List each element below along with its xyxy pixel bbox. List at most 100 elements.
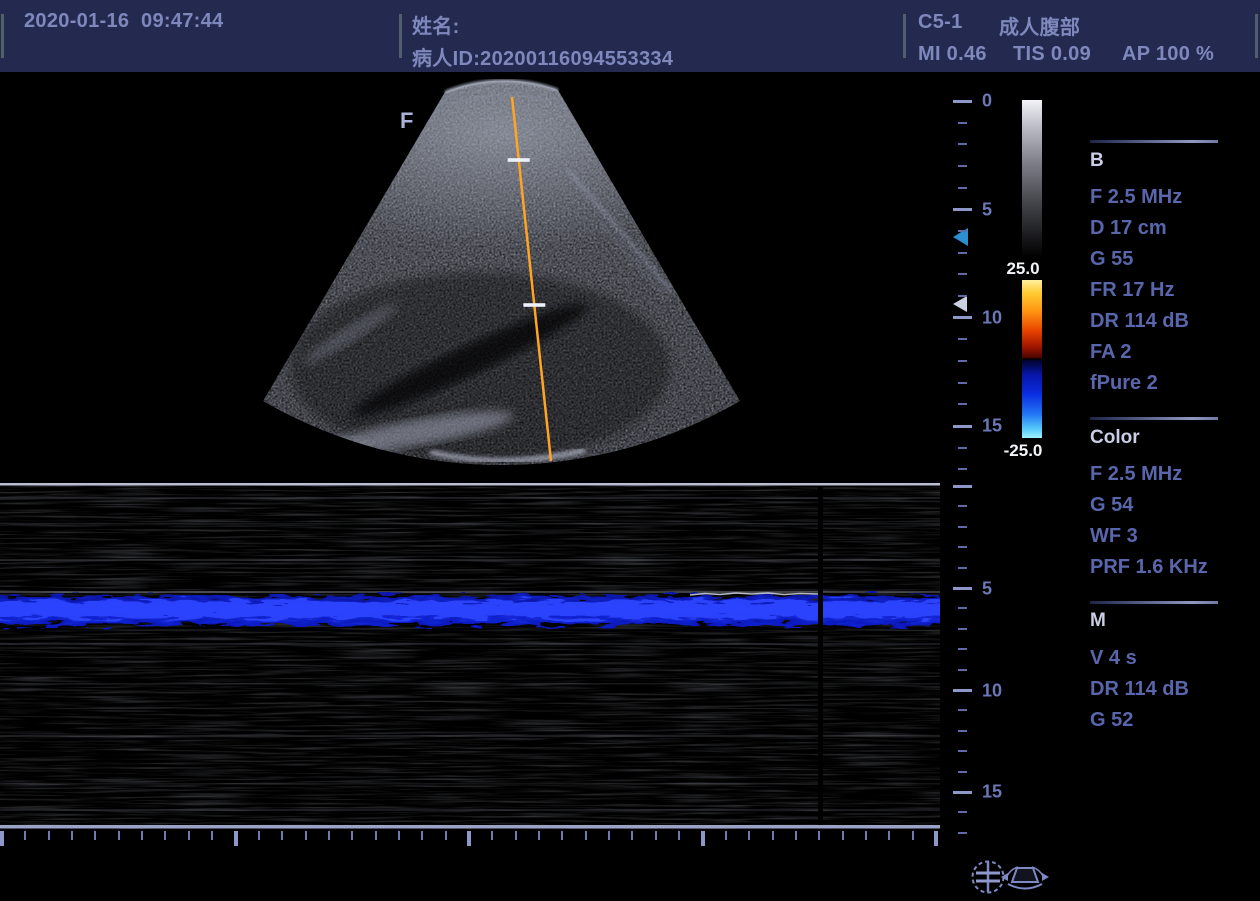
depth-tick-m [953, 791, 972, 794]
gate-depth-marker-icon[interactable] [953, 296, 967, 312]
separator [399, 14, 402, 58]
color-param-gain: G 54 [1090, 490, 1133, 521]
depth-label-b-10: 10 [982, 308, 1002, 329]
depth-tick-m [958, 730, 967, 732]
ap-value: AP 100 % [1122, 43, 1214, 66]
panel-divider [1090, 601, 1218, 604]
depth-tick-m [958, 526, 967, 528]
b-mode-image [0, 72, 940, 492]
color-flow-band [0, 596, 940, 625]
separator [1, 14, 4, 58]
time-tick [818, 831, 820, 840]
time-tick [188, 831, 190, 840]
time-tick [912, 831, 914, 840]
depth-tick-b [958, 403, 967, 405]
depth-label-b-5: 5 [982, 200, 992, 221]
time-tick [94, 831, 96, 840]
time-tick [678, 831, 680, 840]
color-param-prf: PRF 1.6 KHz [1090, 552, 1208, 583]
depth-tick-b [958, 165, 967, 167]
time-tick [445, 831, 447, 840]
depth-tick-b [958, 338, 967, 340]
separator [1255, 14, 1258, 58]
b-param-gain: G 55 [1090, 244, 1133, 275]
time-tick [328, 831, 330, 840]
depth-tick-m [958, 607, 967, 609]
depth-tick-b [958, 360, 967, 362]
color-param-frequency: F 2.5 MHz [1090, 459, 1182, 490]
separator [903, 14, 906, 58]
depth-tick-m [958, 648, 967, 650]
time-tick [655, 831, 657, 840]
depth-tick-m [958, 546, 967, 548]
m-gate-marker-1[interactable] [508, 158, 530, 162]
time-tick [118, 831, 120, 840]
time-tick [888, 831, 890, 840]
probe-orientation-icon[interactable] [1001, 867, 1049, 889]
depth-tick-m [958, 669, 967, 671]
depth-tick-m [953, 485, 972, 488]
top-status-bar: 2020-01-16 09:47:44 姓名: 病人ID:20200116094… [0, 0, 1260, 72]
time-tick [725, 831, 727, 840]
datetime: 2020-01-16 09:47:44 [24, 10, 223, 33]
b-param-frequency: F 2.5 MHz [1090, 182, 1182, 213]
depth-label-m-5: 5 [982, 579, 992, 600]
m-param-dynamicrange: DR 114 dB [1090, 674, 1189, 705]
time-tick [164, 831, 166, 840]
velocity-min-label: -25.0 [994, 441, 1052, 461]
probe-name: C5-1 [918, 11, 963, 34]
time-tick [71, 831, 73, 840]
color-section-title: Color [1090, 427, 1140, 449]
depth-label-b-15: 15 [982, 416, 1002, 437]
time-tick [234, 831, 238, 846]
time-tick [865, 831, 867, 840]
m-area-top-border [0, 483, 940, 486]
depth-tick-m [958, 628, 967, 630]
depth-tick-m [958, 811, 967, 813]
velocity-max-label: 25.0 [994, 259, 1052, 279]
m-param-sweepspeed: V 4 s [1090, 643, 1137, 674]
depth-tick-m [958, 709, 967, 711]
color-flow-bar [1022, 280, 1042, 438]
time-tick [772, 831, 774, 840]
depth-tick-b [958, 447, 967, 449]
depth-tick-b [958, 382, 967, 384]
orientation-marker: F [400, 108, 413, 134]
ultrasound-screen: 2020-01-16 09:47:44 姓名: 病人ID:20200116094… [0, 0, 1260, 901]
b-param-dynamicrange: DR 114 dB [1090, 306, 1189, 337]
time-tick [934, 831, 938, 846]
time-axis-baseline [0, 825, 940, 829]
b-section-title: B [1090, 150, 1104, 172]
depth-tick-b [953, 208, 972, 211]
depth-tick-b [958, 187, 967, 189]
m-gate-marker-2[interactable] [523, 303, 545, 307]
time-tick [398, 831, 400, 840]
time-tick [701, 831, 705, 846]
time-tick [585, 831, 587, 840]
color-param-wallfilter: WF 3 [1090, 521, 1138, 552]
time-tick [795, 831, 797, 840]
time-tick [281, 831, 283, 840]
time-tick [421, 831, 423, 840]
time-tick [258, 831, 260, 840]
tool-icons [950, 852, 1060, 900]
time-tick [351, 831, 353, 840]
b-param-fpure: fPure 2 [1090, 368, 1158, 399]
time-tick [0, 831, 4, 846]
time-tick [375, 831, 377, 840]
time-tick [467, 831, 471, 846]
time-tick [24, 831, 26, 840]
time-tick [141, 831, 143, 840]
ellipse-measure-icon[interactable] [973, 862, 1004, 893]
depth-tick-b [958, 295, 967, 297]
depth-tick-m [953, 587, 972, 590]
depth-tick-m [958, 832, 967, 834]
time-tick [211, 831, 213, 840]
depth-tick-m [958, 567, 967, 569]
depth-tick-b [953, 425, 972, 428]
depth-label-m-15: 15 [982, 782, 1002, 803]
depth-tick-b [958, 252, 967, 254]
depth-tick-m [958, 750, 967, 752]
depth-tick-m [958, 771, 967, 773]
time-tick [561, 831, 563, 840]
